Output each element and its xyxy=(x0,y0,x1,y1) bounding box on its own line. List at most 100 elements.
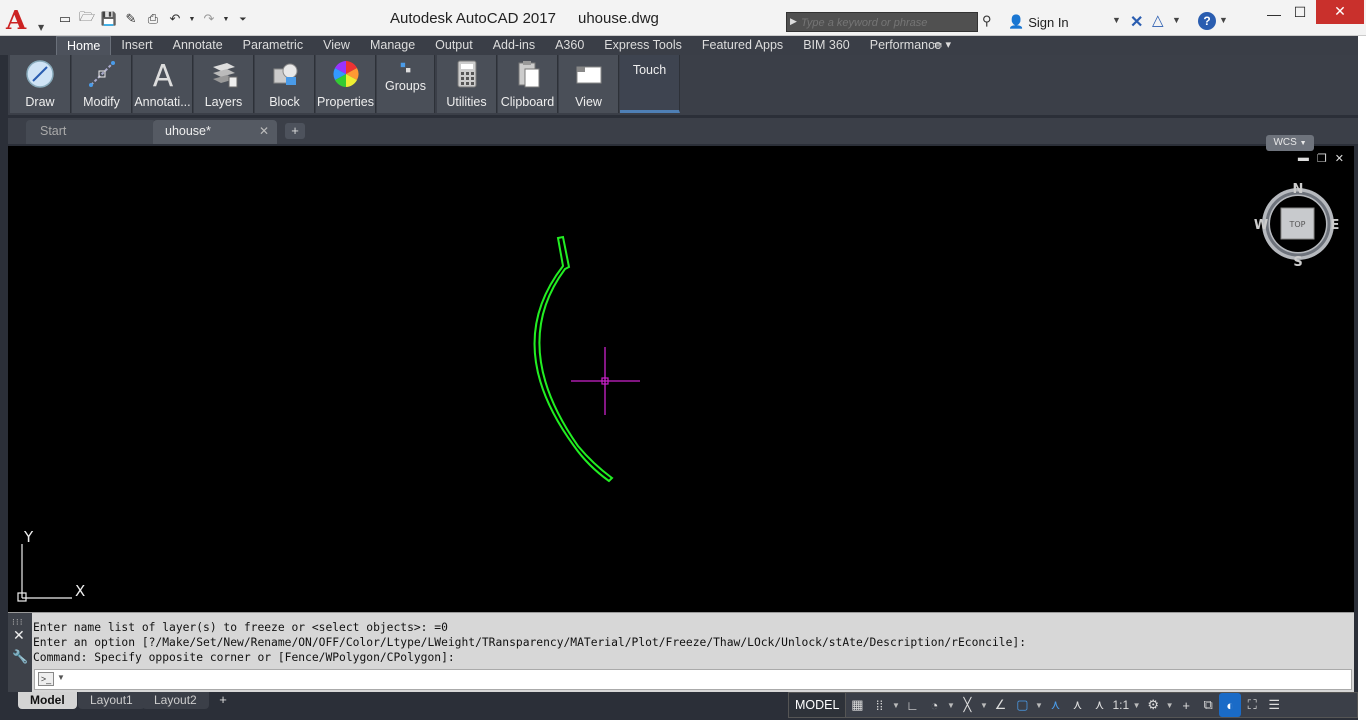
tab-parametric[interactable]: Parametric xyxy=(233,36,313,55)
search-box[interactable]: ▶ xyxy=(786,12,978,32)
ortho-icon[interactable]: ∟ xyxy=(901,693,923,717)
a360-icon[interactable]: △ xyxy=(1152,11,1164,29)
chevron-down-icon[interactable]: ▼ xyxy=(890,693,901,717)
isodraft-icon[interactable]: ╳ xyxy=(956,693,978,717)
groups-icon xyxy=(400,62,411,73)
panel-groups[interactable]: Groups xyxy=(377,55,435,113)
tab-bim-360[interactable]: BIM 360 xyxy=(793,36,860,55)
close-icon[interactable]: ✕ xyxy=(259,120,269,142)
snap-mode-icon[interactable]: ⁞⁞ xyxy=(868,693,890,717)
binoculars-icon[interactable]: ⚲ xyxy=(982,13,992,29)
tab-home[interactable]: Home xyxy=(56,36,112,55)
tab-start[interactable]: Start xyxy=(26,120,156,144)
panel-modify[interactable]: Modify xyxy=(72,55,132,113)
tab-annotate[interactable]: Annotate xyxy=(163,36,233,55)
drawing-canvas[interactable]: ▬ ❐ ✕ Y X TOP N S W E xyxy=(8,146,1354,612)
hardware-acceleration-icon[interactable]: ◐ xyxy=(1219,693,1242,717)
viewcube[interactable]: TOP N S W E xyxy=(1254,182,1340,270)
sign-in-label: Sign In xyxy=(1028,14,1069,30)
chevron-down-icon[interactable]: ▼ xyxy=(945,693,956,717)
tab-featured-apps[interactable]: Featured Apps xyxy=(692,36,793,55)
help-icon[interactable]: ? xyxy=(1198,12,1216,30)
tab-model[interactable]: Model xyxy=(18,692,77,709)
chevron-down-icon[interactable]: ▼ xyxy=(1219,15,1228,25)
annotation-scale-label[interactable]: 1:1 xyxy=(1110,698,1131,712)
tab-add-ins[interactable]: Add-ins xyxy=(483,36,545,55)
tab-insert[interactable]: Insert xyxy=(111,36,162,55)
workspace-gear-icon[interactable]: ⚙ xyxy=(1142,693,1164,717)
panel-label: Groups xyxy=(385,79,426,93)
tab-layout2[interactable]: Layout2 xyxy=(142,692,209,709)
panel-layers[interactable]: Layers xyxy=(194,55,254,113)
sign-in-button[interactable]: 👤 Sign In xyxy=(1008,14,1069,30)
tab-view[interactable]: View xyxy=(313,36,360,55)
panel-block[interactable]: Block xyxy=(255,55,315,113)
panel-label: Modify xyxy=(83,95,120,109)
auto-scale-icon[interactable]: ⋏ xyxy=(1066,693,1088,717)
redo-icon[interactable]: ↷ xyxy=(200,10,218,28)
chevron-down-icon[interactable]: ▼ xyxy=(1112,15,1121,25)
redo-dropdown-icon[interactable]: ▼ xyxy=(222,10,230,28)
save-as-icon[interactable]: ✎ xyxy=(122,10,140,28)
undo-dropdown-icon[interactable]: ▼ xyxy=(188,10,196,28)
isolate-objects-icon[interactable]: ⧉ xyxy=(1197,693,1219,717)
ribbon-display-options-icon[interactable]: ▭ ▾ xyxy=(932,38,951,51)
application-menu-button[interactable]: A ▼ xyxy=(6,6,50,36)
tab-uhouse[interactable]: uhouse* ✕ xyxy=(153,120,277,144)
panel-touch[interactable]: Touch xyxy=(620,55,680,113)
search-input[interactable] xyxy=(801,15,973,30)
open-folder-icon[interactable]: 🗁 xyxy=(78,9,96,28)
close-icon[interactable]: ✕ xyxy=(13,627,25,644)
wcs-menu-button[interactable]: WCS ▼ xyxy=(1266,135,1314,151)
panel-utilities[interactable]: Utilities xyxy=(437,55,497,113)
new-layout-button[interactable]: + xyxy=(214,693,232,707)
command-line-grip[interactable]: ⁝⁝⁝ ✕ 🔧 xyxy=(8,613,32,693)
maximize-button[interactable]: ☐ xyxy=(1288,4,1312,21)
chevron-down-icon[interactable]: ▼ xyxy=(978,693,989,717)
panel-properties[interactable]: Properties xyxy=(316,55,376,113)
panel-draw[interactable]: Draw xyxy=(10,55,71,113)
chevron-down-icon[interactable]: ▼ xyxy=(1164,693,1175,717)
object-snap-icon[interactable]: ▢ xyxy=(1011,693,1033,717)
wrench-icon[interactable]: 🔧 xyxy=(12,649,28,665)
object-snap-tracking-icon[interactable]: ∠ xyxy=(989,693,1011,717)
new-file-icon[interactable]: ▭ xyxy=(56,10,74,28)
plus-icon[interactable]: + xyxy=(1175,693,1197,717)
polar-tracking-icon[interactable]: ◔ xyxy=(923,693,945,717)
chevron-down-icon[interactable]: ▼ xyxy=(1131,693,1142,717)
file-tabs-bar: Start uhouse* ✕ + xyxy=(8,118,1358,144)
save-icon[interactable]: 💾 xyxy=(100,10,118,28)
chevron-down-icon[interactable]: ▼ xyxy=(1172,15,1181,25)
annotation-scale-icon[interactable]: ⋏ xyxy=(1088,693,1110,717)
arc-wall[interactable] xyxy=(533,235,614,483)
panel-label: Annotati... xyxy=(134,95,191,109)
clean-screen-icon[interactable]: ⛶ xyxy=(1241,693,1263,717)
expand-arrow-icon[interactable]: ▶ xyxy=(790,16,797,27)
ribbon-tabs: Home Insert Annotate Parametric View Man… xyxy=(56,36,951,55)
exchange-apps-icon[interactable]: ✕ xyxy=(1130,12,1143,32)
model-space-button[interactable]: MODEL xyxy=(789,693,847,717)
new-tab-button[interactable]: + xyxy=(285,123,305,139)
tab-a360[interactable]: A360 xyxy=(545,36,594,55)
customization-menu-icon[interactable]: ☰ xyxy=(1263,693,1285,717)
plot-icon[interactable]: ⎙ xyxy=(144,10,162,28)
chevron-down-icon[interactable]: ▼ xyxy=(57,673,65,682)
panel-annotation[interactable]: A Annotati... xyxy=(133,55,193,113)
status-bar: Model Layout1 Layout2 + MODEL ▦ ⁞⁞ ▼ ∟ ◔… xyxy=(0,692,1366,720)
ucs-x-label: X xyxy=(75,582,85,600)
undo-icon[interactable]: ↶ xyxy=(166,10,184,28)
tab-layout1[interactable]: Layout1 xyxy=(78,692,145,709)
panel-view[interactable]: View xyxy=(559,55,619,113)
command-input[interactable] xyxy=(69,671,1339,688)
tab-express-tools[interactable]: Express Tools xyxy=(594,36,692,55)
close-window-button[interactable]: ✕ xyxy=(1316,0,1364,24)
tab-manage[interactable]: Manage xyxy=(360,36,425,55)
command-prompt-icon[interactable]: >_ xyxy=(38,672,54,686)
customize-qat-icon[interactable]: ⏷ xyxy=(234,10,252,28)
panel-clipboard[interactable]: Clipboard xyxy=(498,55,558,113)
tab-output[interactable]: Output xyxy=(425,36,483,55)
annotation-visibility-icon[interactable]: ⋏ xyxy=(1044,693,1066,717)
chevron-down-icon[interactable]: ▼ xyxy=(1033,693,1044,717)
grid-icon[interactable]: ▦ xyxy=(846,693,868,717)
minimize-button[interactable]: — xyxy=(1262,6,1286,22)
